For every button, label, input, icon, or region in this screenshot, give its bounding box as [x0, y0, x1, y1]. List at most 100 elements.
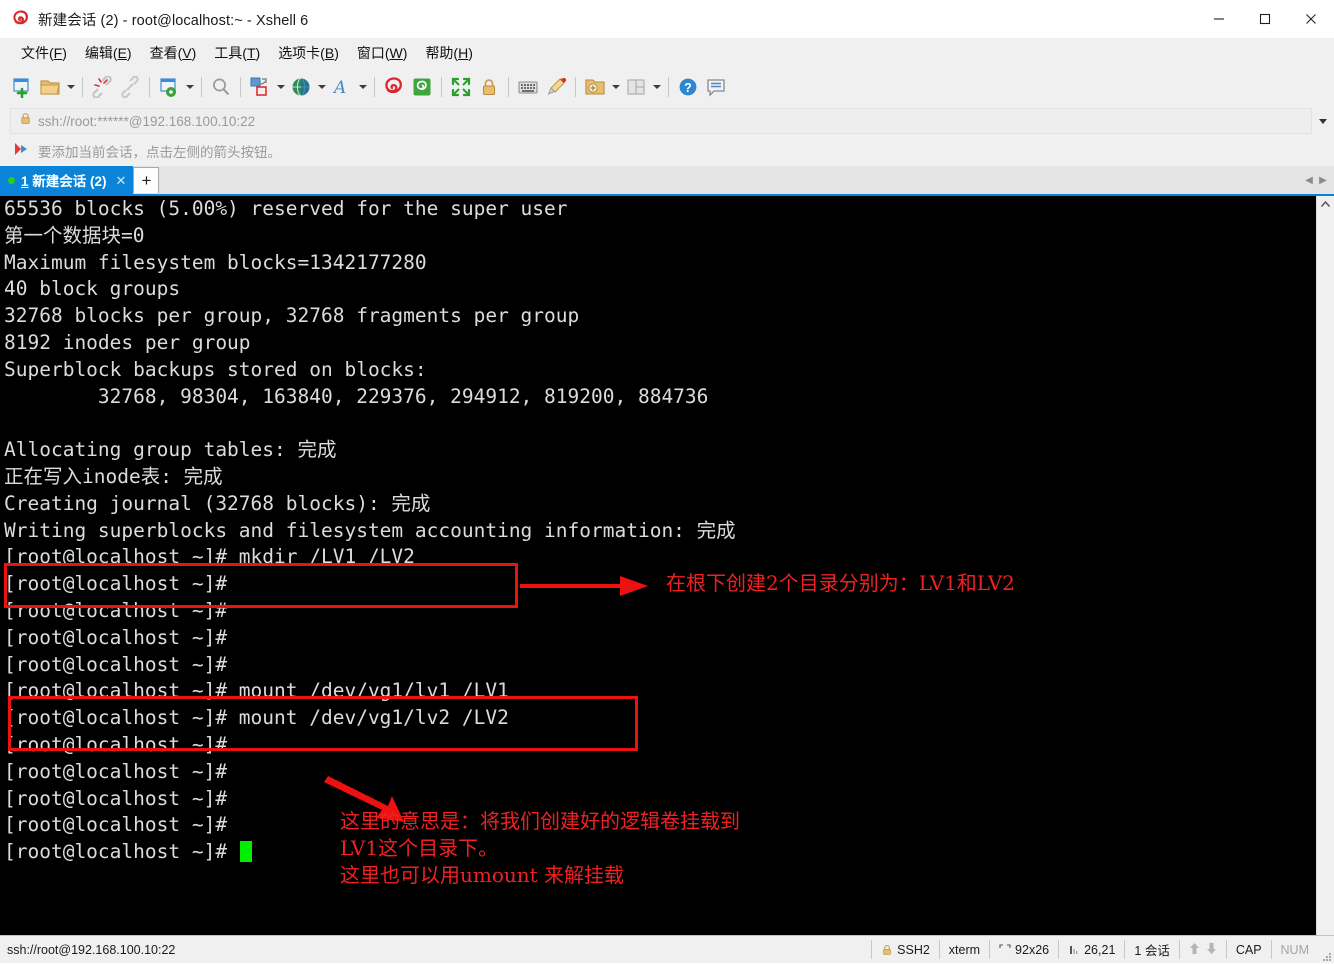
fullscreen-icon[interactable]: [447, 73, 475, 101]
scrollbar-track[interactable]: [1317, 213, 1334, 935]
find-icon[interactable]: [207, 73, 235, 101]
terminal-scrollbar[interactable]: [1316, 196, 1334, 935]
scroll-up-icon[interactable]: [1317, 196, 1334, 213]
terminal-line: 32768, 98304, 163840, 229376, 294912, 81…: [4, 384, 709, 408]
file-transfer-dropdown[interactable]: [274, 73, 287, 101]
lock-icon[interactable]: [475, 73, 503, 101]
new-folder-dropdown[interactable]: [609, 73, 622, 101]
menu-help-label: 帮助(: [425, 45, 459, 61]
status-cursor-position[interactable]: 26,21: [1058, 940, 1124, 959]
browser-icon[interactable]: [287, 73, 315, 101]
font-dropdown[interactable]: [356, 73, 369, 101]
terminal-line: 40 block groups: [4, 277, 181, 301]
menu-window-key: W: [389, 45, 403, 61]
resize-grip-icon[interactable]: [1318, 935, 1334, 965]
xftp-icon[interactable]: [408, 73, 436, 101]
menu-file-key: F: [53, 45, 63, 61]
reconnect-icon[interactable]: [116, 73, 144, 101]
file-transfer-icon[interactable]: [246, 73, 274, 101]
tab-bar: 1 新建会话 (2) ✕ + ◀ ▶: [0, 166, 1334, 194]
menu-file-label: 文件(: [21, 45, 54, 61]
annotation-note-1: 在根下创建2个目录分别为：LV1和LV2: [666, 571, 1015, 595]
menu-window-label: 窗口(: [356, 45, 390, 61]
terminal-area: 65536 blocks (5.00%) reserved for the su…: [0, 194, 1334, 935]
minimize-button[interactable]: [1196, 0, 1242, 38]
terminal-line: [root@localhost ~]#: [4, 839, 1316, 866]
tab-nav-prev-icon[interactable]: ◀: [1302, 166, 1316, 194]
compose-bar-icon[interactable]: [514, 73, 542, 101]
close-button[interactable]: [1288, 0, 1334, 38]
chevron-down-icon[interactable]: [1312, 107, 1334, 135]
terminal-line: [root@localhost ~]# mount /dev/vg1/lv1 /…: [4, 679, 509, 703]
red-arrow-icon: [14, 142, 30, 161]
tab-close-icon[interactable]: ✕: [116, 174, 127, 187]
session-hint-bar: 要添加当前会话，点击左侧的箭头按钮。: [0, 136, 1334, 166]
terminal-line: [root@localhost ~]# mkdir /LV1 /LV2: [4, 545, 415, 569]
status-sessions[interactable]: 1 会话: [1124, 940, 1178, 959]
xshell-logo-icon: [12, 10, 30, 28]
terminal-line: [root@localhost ~]#: [4, 598, 228, 622]
menu-edit[interactable]: 编辑(E): [76, 40, 141, 66]
address-input[interactable]: ssh://root:******@192.168.100.10:22: [10, 108, 1312, 134]
annotation-note-2-line-3: 这里也可以用umount 来解挂载: [340, 863, 625, 887]
address-bar: ssh://root:******@192.168.100.10:22: [0, 106, 1334, 136]
terminal-line: Creating journal (32768 blocks): 完成: [4, 491, 431, 515]
xshell-icon[interactable]: [380, 73, 408, 101]
session-properties-icon[interactable]: [155, 73, 183, 101]
tab-nav-next-icon[interactable]: ▶: [1316, 166, 1330, 194]
menu-tabs[interactable]: 选项卡(B): [269, 40, 348, 66]
svg-text:A: A: [332, 78, 346, 98]
menu-view[interactable]: 查看(V): [141, 40, 206, 66]
toolbar-separator: [374, 77, 375, 97]
browser-dropdown[interactable]: [315, 73, 328, 101]
maximize-button[interactable]: [1242, 0, 1288, 38]
tab-status-dot-icon: [8, 176, 15, 184]
toolbar-separator: [508, 77, 509, 97]
new-tab-button[interactable]: +: [133, 167, 160, 193]
address-value: ssh://root:******@192.168.100.10:22: [38, 113, 256, 129]
annotation-arrow-1: [520, 571, 650, 606]
menu-tabs-key: B: [324, 45, 335, 61]
terminal-line: Superblock backups stored on blocks:: [4, 357, 427, 381]
help-icon[interactable]: ?: [674, 73, 702, 101]
split-view-icon[interactable]: [622, 73, 650, 101]
toolbar-separator: [82, 77, 83, 97]
menu-view-key: V: [182, 45, 192, 61]
tool-bar: A ?: [0, 68, 1334, 106]
font-icon[interactable]: A: [328, 73, 356, 101]
status-protocol[interactable]: SSH2: [871, 940, 939, 959]
open-session-icon[interactable]: [36, 73, 64, 101]
menu-help[interactable]: 帮助(H): [416, 40, 481, 66]
new-folder-icon[interactable]: [581, 73, 609, 101]
window-controls: [1196, 0, 1334, 38]
toolbar-separator: [201, 77, 202, 97]
status-screen-size[interactable]: 92x26: [989, 940, 1058, 959]
toolbar-separator: [441, 77, 442, 97]
split-view-dropdown[interactable]: [650, 73, 663, 101]
menu-tools[interactable]: 工具(T): [205, 40, 269, 66]
tab-session-1[interactable]: 1 新建会话 (2) ✕: [0, 166, 134, 194]
lock-icon: [881, 944, 893, 956]
menu-tools-post: ): [255, 45, 261, 61]
highlight-icon[interactable]: [542, 73, 570, 101]
status-connection: ssh://root@192.168.100.10:22: [7, 942, 176, 957]
terminal-line: [root@localhost ~]# mount /dev/vg1/lv2 /…: [4, 706, 509, 730]
session-hint-text: 要添加当前会话，点击左侧的箭头按钮。: [38, 145, 281, 160]
terminal-prompt: [root@localhost ~]#: [4, 840, 239, 864]
status-sessions-label: 1 会话: [1134, 944, 1170, 958]
chat-icon[interactable]: [702, 73, 730, 101]
menu-window[interactable]: 窗口(W): [348, 40, 417, 66]
cursor-position-icon: [1068, 944, 1080, 956]
menu-file[interactable]: 文件(F): [12, 40, 76, 66]
toolbar-separator: [240, 77, 241, 97]
session-properties-dropdown[interactable]: [183, 73, 196, 101]
toolbar-separator: [575, 77, 576, 97]
title-bar: 新建会话 (2) - root@localhost:~ - Xshell 6: [0, 0, 1334, 38]
status-protocol-label: SSH2: [897, 942, 930, 957]
status-terminal-type[interactable]: xterm: [938, 940, 989, 959]
open-session-dropdown[interactable]: [64, 73, 77, 101]
new-session-icon[interactable]: [8, 73, 36, 101]
disconnect-icon[interactable]: [88, 73, 116, 101]
status-right-group: SSH2 xterm 92x26 26,21 1 会话 CAP NUM: [871, 936, 1334, 963]
